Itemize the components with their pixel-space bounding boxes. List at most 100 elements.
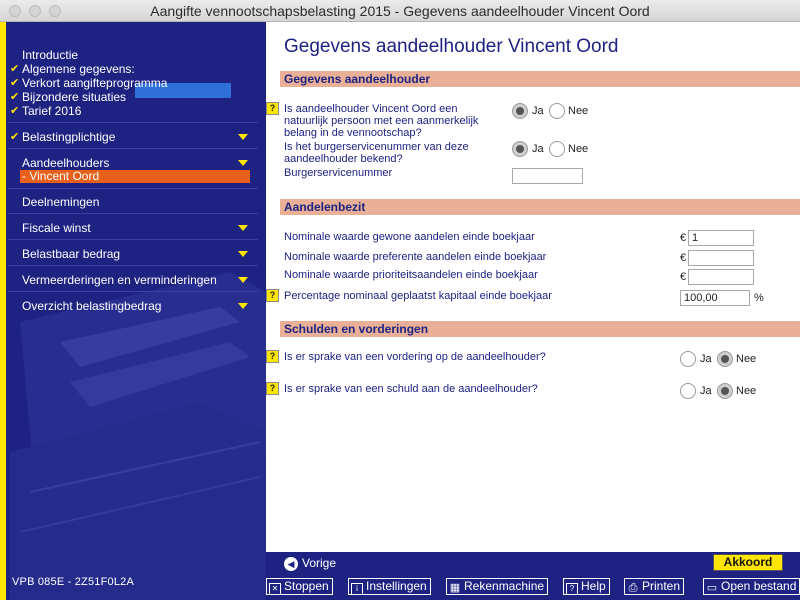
- question-schuld: Is er sprake van een schuld aan de aande…: [284, 383, 538, 395]
- open-file-button-label: Open bestand: [721, 579, 797, 593]
- calculator-button[interactable]: ▦ Rekenmachine: [446, 578, 549, 595]
- sidebar-item-label: Overzicht belastingbedrag: [22, 299, 162, 313]
- label-percentage-kapitaal: Percentage nominaal geplaatst kapitaal e…: [284, 290, 552, 302]
- sidebar-divider: [8, 188, 258, 189]
- chevron-down-icon: [238, 225, 248, 231]
- section-header-aandelenbezit: Aandelenbezit: [280, 199, 800, 215]
- help-icon[interactable]: ?: [266, 102, 279, 115]
- radio-label: Ja: [532, 105, 544, 117]
- main-content: Gegevens aandeelhouder Vincent Oord Gege…: [266, 22, 800, 552]
- radio-label: Nee: [736, 353, 757, 365]
- radio-label: Nee: [568, 105, 589, 117]
- sidebar-item-belastbaar-bedrag[interactable]: Belastbaar bedrag: [8, 246, 258, 262]
- sidebar-item-label: Tarief 2016: [22, 104, 82, 118]
- sidebar-item-label: Belastingplichtige: [22, 130, 116, 144]
- percentage-kapitaal-input[interactable]: 100,00: [680, 290, 750, 306]
- settings-button-label: Instellingen: [366, 579, 427, 593]
- close-icon: ✕: [269, 583, 281, 595]
- previous-button[interactable]: ◀ Vorige: [284, 555, 336, 571]
- question-natuurlijk-persoon: Is aandeelhouder Vincent Oord een natuur…: [284, 103, 479, 139]
- version-label: VPB 085E - 2Z51F0L2A: [12, 576, 135, 588]
- sidebar-item-label: Vermeerderingen en verminderingen: [22, 273, 217, 287]
- open-file-button[interactable]: ▭ Open bestand: [703, 578, 800, 595]
- sidebar-item-label: Deelnemingen: [22, 195, 100, 209]
- arrow-left-icon: ◀: [284, 556, 298, 571]
- radio-label: Nee: [736, 385, 757, 397]
- sidebar-item-vermeerderingen[interactable]: Vermeerderingen en verminderingen: [8, 272, 258, 288]
- sidebar-divider: [8, 148, 258, 149]
- preferente-aandelen-input[interactable]: [688, 250, 754, 266]
- radio-label: Ja: [532, 143, 544, 155]
- checkmark-icon: ✔: [10, 131, 20, 143]
- radio-schuld-nee[interactable]: [717, 383, 733, 399]
- sidebar-item-label: Fiscale winst: [22, 221, 91, 235]
- question-vordering: Is er sprake van een vordering op de aan…: [284, 351, 546, 363]
- help-icon[interactable]: ?: [266, 350, 279, 363]
- sidebar-item-tarief-2016[interactable]: ✔ Tarief 2016: [8, 103, 258, 119]
- chevron-down-icon: [238, 251, 248, 257]
- radio-schuld-ja[interactable]: [680, 383, 696, 399]
- navigation-bar: ◀ Vorige Akkoord: [266, 552, 800, 574]
- section-header-aandeelhouder: Gegevens aandeelhouder: [280, 71, 800, 87]
- window-title: Aangifte vennootschapsbelasting 2015 - G…: [150, 3, 650, 19]
- help-icon: ?: [566, 583, 578, 595]
- help-icon[interactable]: ?: [266, 289, 279, 302]
- label-burgerservicenummer: Burgerservicenummer: [284, 167, 393, 179]
- euro-icon: €: [680, 252, 687, 264]
- help-button[interactable]: ? Help: [563, 578, 610, 595]
- app-window: Aangifte vennootschapsbelasting 2015 - G…: [0, 0, 800, 600]
- label-prioriteitsaandelen: Nominale waarde prioriteitsaandelen eind…: [284, 269, 538, 281]
- sidebar-item-overzicht-belastingbedrag[interactable]: Overzicht belastingbedrag: [8, 298, 258, 314]
- calculator-button-label: Rekenmachine: [464, 579, 545, 593]
- calculator-icon: ▦: [449, 582, 461, 594]
- bsn-input[interactable]: [512, 168, 583, 184]
- sidebar-item-belastingplichtige[interactable]: ✔ Belastingplichtige: [8, 129, 258, 145]
- question-bsn-bekend: Is het burgerservicenummer van deze aand…: [284, 141, 469, 165]
- label-gewone-aandelen: Nominale waarde gewone aandelen einde bo…: [284, 231, 535, 243]
- bottom-toolbar: ✕ Stoppen i Instellingen ▦ Rekenmachine ? He…: [266, 574, 800, 600]
- euro-icon: €: [680, 271, 687, 283]
- euro-icon: €: [680, 232, 687, 244]
- stop-button-label: Stoppen: [284, 579, 329, 593]
- radio-bsn-bekend-ja[interactable]: [512, 141, 528, 157]
- page-title: Gegevens aandeelhouder Vincent Oord: [284, 36, 619, 57]
- label-preferente-aandelen: Nominale waarde preferente aandelen eind…: [284, 251, 547, 263]
- stop-button[interactable]: ✕ Stoppen: [266, 578, 333, 595]
- percent-sign: %: [754, 292, 764, 304]
- sidebar-subitem-vincent-oord[interactable]: - Vincent Oord: [20, 170, 250, 183]
- settings-button[interactable]: i Instellingen: [348, 578, 431, 595]
- radio-label: Nee: [568, 143, 589, 155]
- chevron-down-icon: [238, 277, 248, 283]
- printer-icon: ⎙: [628, 582, 638, 594]
- print-button-label: Printen: [642, 579, 681, 593]
- previous-button-label: Vorige: [302, 556, 337, 570]
- sidebar-item-deelnemingen[interactable]: Deelnemingen: [8, 194, 258, 210]
- help-icon[interactable]: ?: [266, 382, 279, 395]
- sidebar-divider: [8, 122, 258, 123]
- radio-natuurlijk-persoon-nee[interactable]: [549, 103, 565, 119]
- sidebar-divider: [8, 291, 258, 292]
- info-icon: i: [351, 583, 363, 595]
- sidebar-divider: [8, 239, 258, 240]
- radio-natuurlijk-persoon-ja[interactable]: [512, 103, 528, 119]
- help-button-label: Help: [581, 579, 606, 593]
- folder-icon: ▭: [706, 582, 718, 594]
- radio-label: Ja: [700, 385, 712, 397]
- title-bar: Aangifte vennootschapsbelasting 2015 - G…: [0, 0, 800, 22]
- akkoord-button[interactable]: Akkoord: [713, 554, 783, 571]
- print-button[interactable]: ⎙ Printen: [624, 578, 685, 595]
- prioriteitsaandelen-input[interactable]: [688, 269, 754, 285]
- radio-vordering-ja[interactable]: [680, 351, 696, 367]
- sidebar-item-label: Belastbaar bedrag: [22, 247, 121, 261]
- chevron-down-icon: [238, 160, 248, 166]
- chevron-down-icon: [238, 303, 248, 309]
- sidebar-item-fiscale-winst[interactable]: Fiscale winst: [8, 220, 258, 236]
- radio-label: Ja: [700, 353, 712, 365]
- radio-vordering-nee[interactable]: [717, 351, 733, 367]
- radio-bsn-bekend-nee[interactable]: [549, 141, 565, 157]
- gewone-aandelen-input[interactable]: 1: [688, 230, 754, 246]
- sidebar-accent-strip: [0, 22, 6, 600]
- sidebar-divider: [8, 213, 258, 214]
- checkmark-icon: ✔: [10, 105, 20, 117]
- section-header-schulden-vorderingen: Schulden en vorderingen: [280, 321, 800, 337]
